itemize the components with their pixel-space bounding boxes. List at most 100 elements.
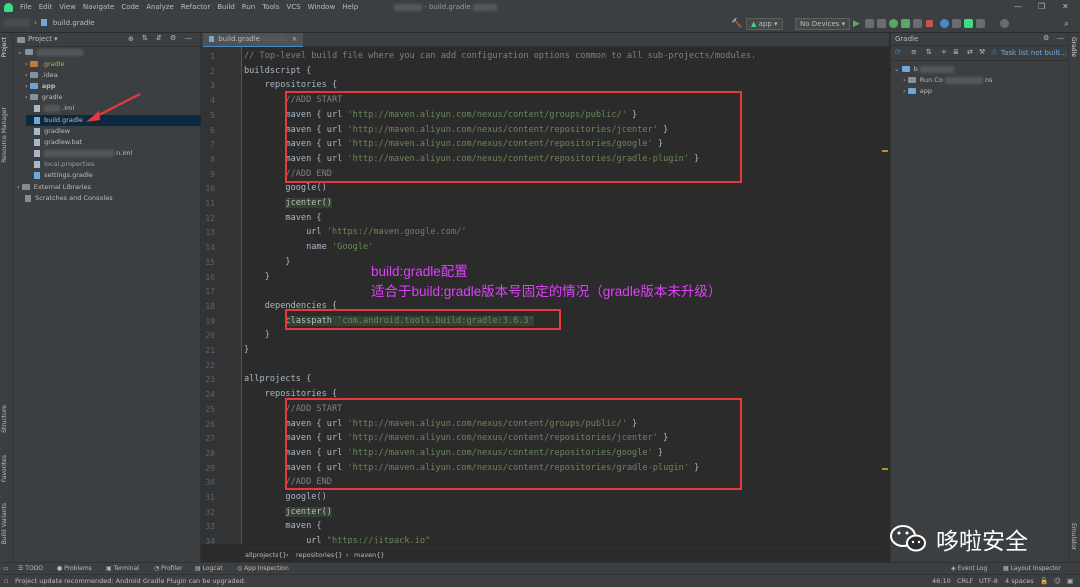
tab-problems[interactable]: ● Problems [57,565,92,572]
breadcrumb-file[interactable]: build.gradle [53,19,95,27]
sync-gradle-icon[interactable] [940,18,949,29]
settings-gear-icon[interactable]: ⚙ [170,34,176,42]
layout-toggle-icon[interactable]: ▭ [3,565,9,572]
tree-item-iml[interactable]: .iml [34,103,74,114]
tree-item-local-properties[interactable]: local.properties [34,159,94,170]
tree-item-gradle[interactable]: › gradle [25,92,62,103]
hide-panel-icon[interactable]: — [185,34,192,42]
code-line[interactable]: jcenter() [244,196,332,210]
tab-profiler[interactable]: ◔ Profiler [154,565,182,572]
tab-emulator[interactable]: Emulator [1070,523,1077,550]
apply-code-changes-icon[interactable] [877,18,886,29]
expand-all-icon[interactable]: ⇵ [156,34,162,42]
reload-icon[interactable]: ⟳ [895,48,901,56]
code-line[interactable]: } [244,328,270,342]
task-list-link[interactable]: Task list not built... [1001,49,1067,57]
code-line[interactable]: maven { [244,519,321,533]
menu-view[interactable]: View [59,3,76,11]
maximize-icon[interactable]: ❐ [1038,2,1045,11]
crumb-repositories[interactable]: repositories{} [296,551,342,559]
editor-scrollbar[interactable] [881,47,889,544]
menu-vcs[interactable]: VCS [286,3,300,11]
tree-item-settings-gradle[interactable]: settings.gradle [34,170,93,181]
tab-resource-manager[interactable]: Resource Manager [1,107,8,163]
make-project-hammer-icon[interactable]: 🔨 [731,18,742,29]
tab-todo[interactable]: ☰ TODO [18,565,43,572]
tab-project[interactable]: Project [1,37,8,58]
code-line[interactable]: name 'Google' [244,240,373,254]
tab-build-gradle[interactable]: build.gradle × [203,33,304,48]
menu-analyze[interactable]: Analyze [146,3,174,11]
link-project-icon[interactable]: + [941,48,947,56]
line-separator[interactable]: CRLF [957,577,973,585]
tab-build-variants[interactable]: Build Variants [1,503,8,544]
tab-layout-inspector[interactable]: ▦ Layout Inspector [1003,565,1061,572]
deprecated-call-highlight[interactable]: jcenter() [285,198,332,208]
indent-setting[interactable]: 4 spaces [1005,577,1034,585]
code-line[interactable]: maven { [244,211,321,225]
warning-marker[interactable] [882,150,888,152]
tree-item-gradlew-bat[interactable]: gradlew.bat [34,137,82,148]
status-message[interactable]: Project update recommended: Android Grad… [15,577,246,585]
inspector-icon[interactable]: ☺ [1054,577,1061,585]
tree-item-gradle-dir[interactable]: › .gradle [25,59,65,70]
close-tab-icon[interactable]: × [291,35,297,43]
menu-tools[interactable]: Tools [262,3,279,11]
execute-task-icon[interactable]: ≣ [953,48,959,56]
locate-file-icon[interactable]: ⊕ [128,35,134,43]
gradle-run-configurations[interactable]: › Run Co ns [903,75,992,86]
project-view-dropdown[interactable]: Project ▾ [28,35,58,43]
tree-item-scratches[interactable]: Scratches and Consoles [25,193,113,204]
menu-refactor[interactable]: Refactor [181,3,210,11]
settings-gear-icon[interactable]: ⚙ [1043,34,1049,42]
wrench-icon[interactable]: ⚒ [979,48,985,56]
gradle-app[interactable]: › app [903,86,932,97]
code-line[interactable]: google() [244,181,326,195]
device-dropdown[interactable]: No Devices ▾ [795,17,851,30]
blurred-project-crumb[interactable] [4,19,30,27]
tab-app-inspection[interactable]: ◎ App Inspection [237,565,289,572]
tab-favorites[interactable]: Favorites [1,455,8,482]
crumb-maven[interactable]: maven{} [354,551,385,559]
collapse-all-icon[interactable]: ⇅ [142,34,148,42]
caret-position[interactable]: 46:10 [932,577,951,585]
menu-run[interactable]: Run [242,3,255,11]
menu-build[interactable]: Build [217,3,235,11]
apply-changes-icon[interactable] [865,18,874,29]
debug-icon[interactable] [889,18,898,29]
tree-item-project-iml[interactable]: n.iml [34,148,132,159]
tree-item-idea[interactable]: › .idea [25,70,58,81]
warning-marker[interactable] [882,468,888,470]
file-encoding[interactable]: UTF-8 [979,577,998,585]
tab-structure[interactable]: Structure [1,405,8,433]
menu-file[interactable]: File [20,3,32,11]
run-icon[interactable]: ▶ [853,18,860,29]
tree-item-gradlew[interactable]: gradlew [34,126,70,137]
tree-item-external-libraries[interactable]: › External Libraries [17,182,91,193]
tab-event-log[interactable]: ◈ Event Log [951,565,987,572]
code-line[interactable]: // Top-level build file where you can ad… [244,49,756,63]
menu-code[interactable]: Code [121,3,139,11]
code-line[interactable]: } [244,343,249,357]
tab-gradle[interactable]: Gradle [1070,37,1077,57]
layout-inspector-icon[interactable] [976,18,985,29]
collapse-all-icon[interactable]: ⇅ [926,48,932,56]
minimize-icon[interactable]: — [1014,2,1022,11]
menu-window[interactable]: Window [308,3,336,11]
gradle-root[interactable]: ⌄ b [894,64,954,75]
profile-icon[interactable] [901,18,910,29]
code-line[interactable]: buildscript { [244,64,311,78]
close-icon[interactable]: ✕ [1062,2,1069,11]
avd-manager-icon[interactable] [952,18,961,29]
memory-icon[interactable]: ▣ [1067,577,1073,585]
sdk-manager-icon[interactable] [964,18,973,29]
menu-help[interactable]: Help [342,3,358,11]
code-line[interactable]: url "https://jitpack.io" [244,534,430,544]
run-config-dropdown[interactable]: ▲ app ▾ [746,17,783,30]
code-line[interactable]: google() [244,490,326,504]
tab-logcat[interactable]: ▤ Logcat [195,565,223,572]
stop-icon[interactable]: ■ [925,18,934,29]
tab-terminal[interactable]: ▣ Terminal [106,565,139,572]
account-icon[interactable] [1000,18,1009,29]
tree-root[interactable]: ⌄ [17,47,83,58]
